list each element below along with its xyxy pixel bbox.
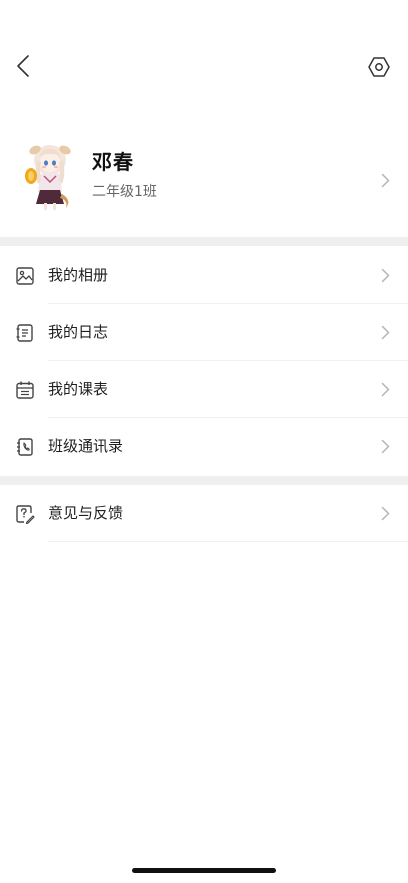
section-separator [0, 476, 408, 485]
divider [48, 541, 408, 542]
photo-album-icon [14, 265, 36, 287]
hexagon-settings-icon [368, 57, 390, 77]
journal-icon [14, 322, 36, 344]
top-bar [0, 0, 408, 100]
chevron-right-icon [381, 173, 390, 192]
chevron-right-icon [381, 439, 390, 458]
menu-item-journal[interactable]: 我的日志 [0, 304, 408, 361]
avatar[interactable] [22, 140, 78, 212]
chevron-right-icon [381, 268, 390, 287]
menu-item-timetable[interactable]: 我的课表 [0, 361, 408, 418]
section-separator [0, 237, 408, 246]
menu-item-class-contacts[interactable]: 班级通讯录 [0, 418, 408, 475]
anime-girl-avatar [25, 145, 71, 210]
menu-item-label: 班级通讯录 [48, 437, 124, 455]
back-button[interactable] [10, 52, 36, 80]
calendar-icon [14, 379, 36, 401]
menu-item-label: 意见与反馈 [48, 504, 124, 522]
menu-item-label: 我的课表 [48, 380, 109, 398]
profile-card[interactable]: 邓春 二年级1班 [0, 132, 408, 232]
chevron-right-icon [381, 325, 390, 344]
address-book-icon [14, 436, 36, 458]
menu-item-label: 我的相册 [48, 266, 109, 284]
home-indicator[interactable] [132, 868, 276, 873]
menu-item-label: 我的日志 [48, 323, 109, 341]
menu-item-photo-album[interactable]: 我的相册 [0, 247, 408, 304]
user-class: 二年级1班 [92, 184, 157, 200]
settings-button[interactable] [365, 53, 393, 81]
chevron-right-icon [381, 506, 390, 525]
chevron-left-icon [17, 55, 29, 77]
menu-item-feedback[interactable]: 意见与反馈 [0, 485, 408, 542]
chevron-right-icon [381, 382, 390, 401]
feedback-icon [14, 503, 36, 525]
user-name: 邓春 [92, 150, 134, 174]
